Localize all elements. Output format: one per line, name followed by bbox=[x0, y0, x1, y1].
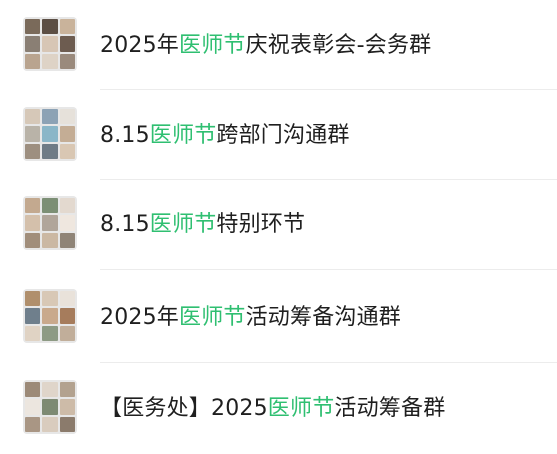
chat-list-item[interactable]: 8.15医师节跨部门沟通群 bbox=[0, 90, 557, 180]
group-avatar bbox=[23, 107, 77, 161]
member-photo-tile bbox=[42, 399, 58, 415]
group-avatar bbox=[23, 289, 77, 343]
chat-list-item[interactable]: 2025年医师节庆祝表彰会-会务群 bbox=[0, 0, 557, 90]
member-photo-tile bbox=[42, 19, 58, 35]
member-photo-tile bbox=[42, 325, 58, 341]
group-avatar bbox=[23, 196, 77, 250]
search-highlight: 医师节 bbox=[179, 305, 246, 330]
search-highlight: 医师节 bbox=[267, 396, 335, 421]
group-name: 8.15医师节跨部门沟通群 bbox=[100, 121, 350, 151]
member-photo-tile bbox=[59, 399, 75, 415]
member-photo-tile bbox=[25, 109, 41, 125]
group-name-prefix: 【医务处】2025 bbox=[100, 396, 268, 421]
group-name-suffix: 跨部门沟通群 bbox=[216, 123, 350, 148]
member-photo-tile bbox=[25, 382, 41, 398]
group-name: 8.15医师节特别环节 bbox=[100, 210, 305, 240]
member-photo-tile bbox=[25, 126, 41, 142]
member-photo-tile bbox=[59, 232, 75, 248]
member-photo-tile bbox=[25, 198, 41, 214]
member-photo-tile bbox=[25, 416, 41, 432]
member-photo-tile bbox=[59, 36, 75, 52]
member-photo-tile bbox=[25, 291, 41, 307]
group-name-suffix: 特别环节 bbox=[216, 212, 306, 237]
member-photo-tile bbox=[59, 215, 75, 231]
group-name-prefix: 2025年 bbox=[100, 33, 179, 58]
member-photo-tile bbox=[25, 19, 41, 35]
member-photo-tile bbox=[42, 36, 58, 52]
member-photo-tile bbox=[25, 325, 41, 341]
member-photo-tile bbox=[59, 19, 75, 35]
member-photo-tile bbox=[42, 308, 58, 324]
group-name: 【医务处】2025医师节活动筹备群 bbox=[100, 394, 445, 424]
search-highlight: 医师节 bbox=[149, 212, 217, 237]
member-photo-tile bbox=[25, 53, 41, 69]
member-photo-tile bbox=[59, 53, 75, 69]
member-photo-tile bbox=[59, 143, 75, 159]
search-highlight: 医师节 bbox=[149, 123, 217, 148]
group-name-suffix: 庆祝表彰会-会务群 bbox=[245, 33, 432, 58]
member-photo-tile bbox=[42, 416, 58, 432]
member-photo-tile bbox=[59, 325, 75, 341]
member-photo-tile bbox=[59, 416, 75, 432]
search-highlight: 医师节 bbox=[179, 33, 246, 58]
member-photo-tile bbox=[42, 232, 58, 248]
member-photo-tile bbox=[42, 215, 58, 231]
member-photo-tile bbox=[42, 109, 58, 125]
member-photo-tile bbox=[42, 198, 58, 214]
member-photo-tile bbox=[25, 36, 41, 52]
member-photo-tile bbox=[25, 399, 41, 415]
member-photo-tile bbox=[59, 198, 75, 214]
group-name-suffix: 活动筹备群 bbox=[334, 396, 446, 421]
member-photo-tile bbox=[42, 143, 58, 159]
member-photo-tile bbox=[59, 126, 75, 142]
member-photo-tile bbox=[59, 291, 75, 307]
member-photo-tile bbox=[42, 291, 58, 307]
member-photo-tile bbox=[25, 143, 41, 159]
member-photo-tile bbox=[42, 126, 58, 142]
group-name: 2025年医师节活动筹备沟通群 bbox=[100, 303, 401, 333]
chat-list-item[interactable]: 【医务处】2025医师节活动筹备群 bbox=[0, 363, 557, 454]
group-name-prefix: 2025年 bbox=[100, 305, 179, 330]
member-photo-tile bbox=[25, 232, 41, 248]
member-photo-tile bbox=[59, 308, 75, 324]
member-photo-tile bbox=[59, 109, 75, 125]
member-photo-tile bbox=[59, 382, 75, 398]
member-photo-tile bbox=[42, 382, 58, 398]
group-avatar bbox=[23, 380, 77, 434]
group-name-prefix: 8.15 bbox=[100, 212, 150, 237]
group-name: 2025年医师节庆祝表彰会-会务群 bbox=[100, 31, 431, 61]
member-photo-tile bbox=[42, 53, 58, 69]
group-name-suffix: 活动筹备沟通群 bbox=[245, 305, 402, 330]
member-photo-tile bbox=[25, 308, 41, 324]
chat-list-item[interactable]: 2025年医师节活动筹备沟通群 bbox=[0, 270, 557, 362]
member-photo-tile bbox=[25, 215, 41, 231]
chat-list: 2025年医师节庆祝表彰会-会务群 8.15医师节跨部门沟通群 8.15医师节特… bbox=[0, 0, 557, 454]
chat-list-item[interactable]: 8.15医师节特别环节 bbox=[0, 180, 557, 270]
group-avatar bbox=[23, 17, 77, 71]
group-name-prefix: 8.15 bbox=[100, 123, 150, 148]
